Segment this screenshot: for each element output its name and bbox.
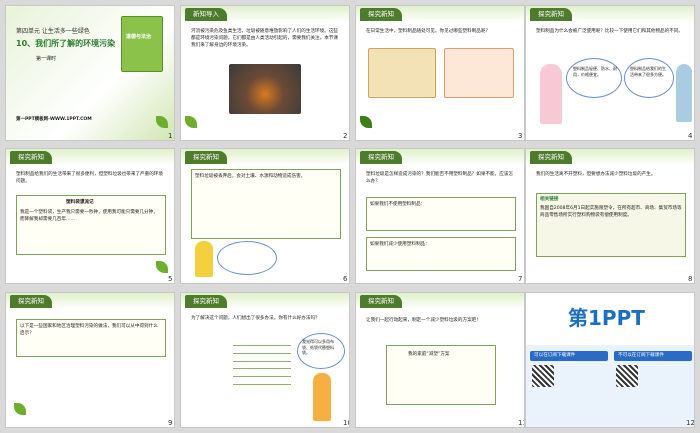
qr-code-right [616, 365, 638, 387]
boy-figure [676, 64, 692, 122]
speech-bubble-left [566, 58, 622, 98]
slide-7[interactable]: 探究新知 塑料垃圾是怎样造成污染的？我们能否不用塑料制品？如果不能，应该怎么办？… [355, 148, 525, 284]
slide-4[interactable]: 探究新知 塑料制品为什么会被广泛使用呢？比较一下使用它们和其他物品的不同。 塑料… [525, 5, 695, 141]
slide-10[interactable]: 探究新知 为了解决这个问题，人们想出了很多办法。你有什么好办法吗？ 我觉得可以多… [180, 292, 350, 428]
slide-body: 在日常生活中，塑料制品随处可见。你见过哪些塑料制品呢？ [366, 29, 491, 34]
banner-left-text: 可以在订阅下载课件 [534, 353, 576, 358]
slide-body: 塑料垃圾被丢弃后，会对土壤、水源和动物造成伤害。 [195, 174, 306, 179]
story-text: 我是一个塑料袋，生产我只需要一秒钟，使用我可能只需要几分钟，而降解我却需要几百年… [20, 210, 158, 223]
section-tag: 新知导入 [185, 8, 227, 21]
slide-number: 6 [343, 275, 348, 283]
girl-figure [540, 64, 562, 124]
slide-2[interactable]: 新知导入 河流被污染危及鱼类生活，垃圾被随意堆放影响了人们的生活环境。这些都是环… [180, 5, 350, 141]
slide-5[interactable]: 探究新知 塑料制品给我们的生活带来了很多便利，但塑料垃圾也带来了严重的环境问题。… [5, 148, 175, 284]
answer-prompt-1: 如果我们不使用塑料制品： [370, 202, 426, 207]
answer-prompt-2: 如果我们减少使用塑料制品： [370, 242, 430, 247]
slide-number: 2 [343, 132, 348, 140]
plan-title: 我的家庭“减塑”方案 [408, 352, 450, 357]
section-tag: 探究新知 [360, 151, 402, 164]
bubble-right-text: 塑料制品给我们的生活带来了很多方便。 [630, 66, 666, 77]
thought-bubble [217, 241, 277, 275]
section-tag: 探究新知 [530, 151, 572, 164]
banner-right-text: 不可以在订阅下载课件 [618, 353, 664, 358]
slide-11[interactable]: 探究新知 让我们一起行动起来，制定一个减少塑料垃圾的方案吧！ 我的家庭“减塑”方… [355, 292, 525, 428]
bubble-text: 我觉得可以多用布袋、纸袋代替塑料袋。 [302, 339, 334, 355]
pollution-photo [229, 64, 301, 114]
slide-number: 11 [518, 419, 524, 427]
slide-grid: 第四单元 让生活多一些绿色 10、我们所了解的环境污染 第一课时 道德与法治 第… [0, 0, 700, 433]
slide-1[interactable]: 第四单元 让生活多一些绿色 10、我们所了解的环境污染 第一课时 道德与法治 第… [5, 5, 175, 141]
leaf-decoration [360, 116, 372, 128]
leaf-decoration [185, 116, 197, 128]
slide-number: 5 [168, 275, 173, 283]
slide-number: 10 [343, 419, 349, 427]
slide-number: 9 [168, 419, 173, 427]
slide-number: 8 [688, 275, 693, 283]
slide-3[interactable]: 探究新知 在日常生活中，塑料制品随处可见。你见过哪些塑料制品呢？ 3 [355, 5, 525, 141]
answer-lines[interactable] [233, 345, 291, 392]
slide-body: 塑料垃圾是怎样造成污染的？我们能否不用塑料制品？如果不能，应该怎么办？ [366, 172, 514, 185]
textbook-label: 道德与法治 [126, 34, 152, 40]
market-stall-image [444, 48, 514, 98]
section-tag: 探究新知 [10, 295, 52, 308]
slide-body: 我们的生活离不开塑料，但要想办法减少塑料垃圾的产生。 [536, 172, 656, 177]
link-text: 我国自2008年6月1日起实施限塑令，在所有超市、商场、集贸市场等商品零售场所实… [540, 206, 682, 219]
qr-code-left [532, 365, 554, 387]
slide-9[interactable]: 探究新知 以下是一些国家和地区治理塑料污染的做法，我们可以从中得到什么启示？ 9 [5, 292, 175, 428]
story-title: 塑料袋漂流记 [66, 200, 94, 205]
leaf-decoration [14, 403, 26, 415]
slide-number: 4 [688, 132, 693, 140]
section-tag: 探究新知 [185, 151, 227, 164]
slide-8[interactable]: 探究新知 我们的生活离不开塑料，但要想办法减少塑料垃圾的产生。 相关链接 我国自… [525, 148, 695, 284]
speech-bubble-right [624, 58, 674, 98]
slide-body: 让我们一起行动起来，制定一个减少塑料垃圾的方案吧！ [366, 318, 481, 323]
slide-body: 塑料制品为什么会被广泛使用呢？比较一下使用它们和其他物品的不同。 [536, 29, 684, 34]
slide-12[interactable]: 第1PPT 可以在订阅下载课件 不可以在订阅下载课件 12 [525, 292, 695, 428]
plastic-products-image [368, 48, 436, 98]
slide-number: 12 [686, 419, 695, 427]
brand-logo: 第1PPT [568, 306, 645, 330]
bubble-left-text: 塑料制品轻便、防水、耐用，价格便宜。 [573, 66, 617, 77]
boy-figure [313, 373, 331, 421]
section-tag: 探究新知 [185, 295, 227, 308]
student-figure [195, 241, 213, 277]
link-box [536, 193, 686, 257]
leaf-decoration [156, 261, 168, 273]
link-subtitle: 相关链接 [540, 197, 559, 202]
unit-label: 第四单元 让生活多一些绿色 [16, 28, 90, 35]
section-tag: 探究新知 [360, 295, 402, 308]
slide-number: 3 [518, 132, 523, 140]
period-label: 第一课时 [36, 56, 57, 62]
slide-body: 以下是一些国家和地区治理塑料污染的做法，我们可以从中得到什么启示？ [20, 324, 158, 337]
section-tag: 探究新知 [530, 8, 572, 21]
slide-number: 7 [518, 275, 523, 283]
slide-body: 河流被污染危及鱼类生活，垃圾被随意堆放影响了人们的生活环境。这些都是环境污染问题… [191, 29, 339, 49]
textbook-image [121, 16, 163, 72]
section-tag: 探究新知 [10, 151, 52, 164]
slide-body: 为了解决这个问题，人们想出了很多办法。你有什么好办法吗？ [191, 316, 320, 321]
section-tag: 探究新知 [360, 8, 402, 21]
slide-body: 塑料制品给我们的生活带来了很多便利，但塑料垃圾也带来了严重的环境问题。 [16, 172, 164, 185]
lesson-title: 10、我们所了解的环境污染 [16, 39, 116, 48]
slide-number: 1 [168, 132, 173, 140]
footer-text: 第一PPT模板网-WWW.1PPT.COM [16, 117, 92, 122]
slide-6[interactable]: 探究新知 塑料垃圾被丢弃后，会对土壤、水源和动物造成伤害。 6 [180, 148, 350, 284]
